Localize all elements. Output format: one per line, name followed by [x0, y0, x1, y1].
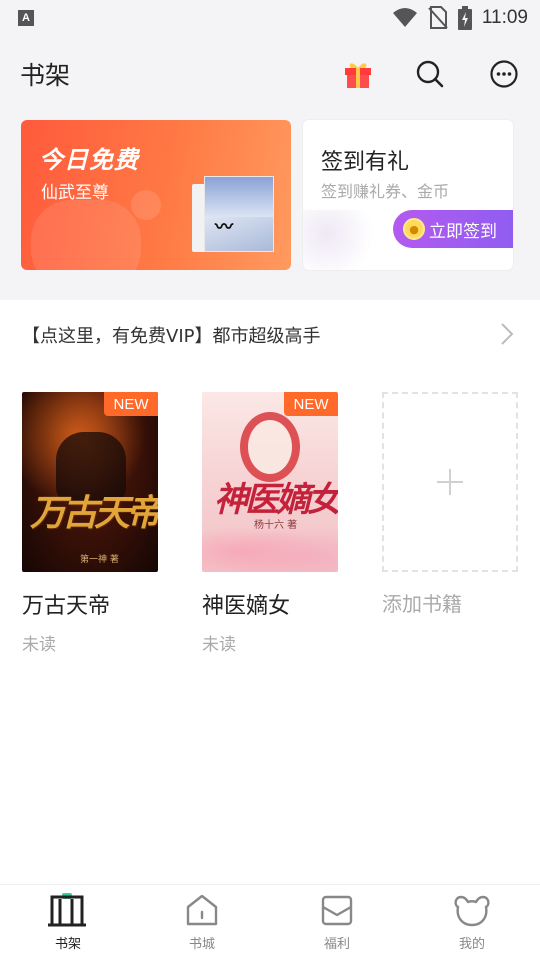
sign-in-button[interactable]: ● 立即签到 — [393, 210, 513, 248]
book-status: 未读 — [202, 635, 236, 655]
free-today-book-name: 仙武至尊 — [41, 183, 109, 203]
add-book-label[interactable]: 添加书籍 — [382, 588, 462, 617]
battery-charging-icon — [457, 6, 472, 30]
gift-button[interactable] — [340, 56, 376, 92]
more-icon — [490, 60, 518, 88]
sign-in-title: 签到有礼 — [321, 150, 410, 175]
sign-in-card[interactable]: 签到有礼 签到赚礼券、金币 ● 立即签到 — [303, 120, 513, 270]
card-decoration — [131, 190, 161, 220]
chevron-right-icon — [501, 323, 514, 345]
no-sim-icon — [428, 6, 448, 29]
page-title: 书架 — [20, 61, 71, 90]
tab-label: 书城 — [188, 937, 215, 952]
cover-art: 〰 — [215, 217, 233, 238]
tab-label: 书架 — [54, 937, 81, 952]
tab-bookstore[interactable]: 书城 — [162, 893, 242, 952]
card-decoration — [31, 200, 141, 270]
cover-title: 万古天帝 — [30, 492, 158, 534]
free-today-card[interactable]: 今日免费 仙武至尊 〰 — [21, 120, 291, 270]
book-title: 神医嫡女 — [202, 594, 291, 619]
notice-text: 【点这里，有免费VIP】都市超级高手 — [22, 326, 321, 347]
book-cover: 万古天帝 第一神 著 NEW — [22, 392, 158, 572]
gift-icon — [345, 63, 371, 88]
tab-label: 我的 — [458, 937, 485, 952]
more-button[interactable] — [486, 56, 522, 92]
plus-icon — [437, 469, 463, 495]
notification-a-icon: A — [18, 10, 34, 26]
bottom-tab-bar: 书架 书城 福利 我的 — [0, 884, 540, 960]
clock: 11:09 — [481, 7, 528, 28]
new-badge: NEW — [104, 392, 158, 416]
book-cover: 神医嫡女 杨十六 著 NEW — [202, 392, 338, 572]
new-badge: NEW — [284, 392, 338, 416]
bookshelf-icon — [48, 893, 86, 927]
cover-author: 杨十六 著 — [254, 520, 298, 531]
sign-in-subtitle: 签到赚礼券、金币 — [321, 182, 450, 201]
book-item[interactable]: 万古天帝 第一神 著 NEW 万古天帝 未读 — [22, 392, 158, 655]
sign-in-button-label: 立即签到 — [429, 221, 497, 242]
card-decoration — [303, 210, 383, 270]
bear-face-icon — [454, 895, 490, 927]
tab-welfare[interactable]: 福利 — [297, 893, 377, 952]
add-book-button[interactable] — [382, 392, 518, 572]
home-icon — [186, 894, 218, 926]
mail-icon — [321, 895, 353, 926]
status-bar: A 11:09 — [0, 0, 540, 36]
tab-bookshelf[interactable]: 书架 — [28, 893, 108, 952]
free-today-title: 今日免费 — [39, 146, 139, 174]
book-item[interactable]: 神医嫡女 杨十六 著 NEW 神医嫡女 未读 — [202, 392, 338, 655]
cover-title: 神医嫡女 — [214, 480, 338, 520]
free-book-cover: 〰 — [204, 176, 274, 252]
book-title: 万古天帝 — [22, 594, 111, 619]
search-button[interactable] — [412, 56, 448, 92]
wifi-icon — [392, 8, 417, 27]
search-icon — [416, 60, 444, 88]
tab-profile[interactable]: 我的 — [432, 893, 512, 952]
vip-notice[interactable]: 【点这里，有免费VIP】都市超级高手 — [0, 300, 540, 368]
book-status: 未读 — [22, 635, 56, 655]
coin-icon: ● — [403, 218, 425, 240]
app-header: 书架 — [0, 36, 540, 120]
cover-author: 第一神 著 — [80, 555, 119, 565]
banner-area: 今日免费 仙武至尊 〰 签到有礼 签到赚礼券、金币 ● 立即签到 — [0, 120, 540, 300]
tab-label: 福利 — [323, 937, 350, 952]
cover-art — [205, 177, 273, 217]
